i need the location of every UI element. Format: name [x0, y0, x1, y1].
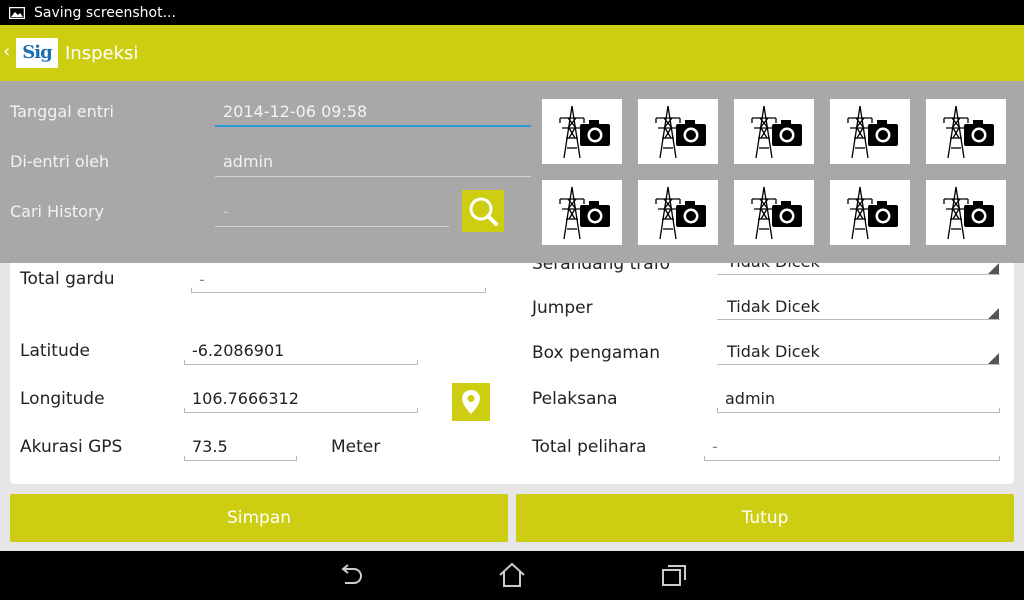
photo-slot[interactable] [542, 180, 622, 245]
photo-slot[interactable] [638, 99, 718, 164]
photo-slot[interactable] [734, 180, 814, 245]
map-location-button[interactable] [452, 383, 490, 421]
tanggal-entri-underline [215, 125, 531, 127]
cari-history-label: Cari History [10, 202, 105, 221]
app-logo-text: Sig [22, 42, 52, 63]
total-gardu-input[interactable]: - [199, 270, 205, 289]
map-pin-icon [462, 390, 480, 414]
serandang-underline [717, 274, 1000, 275]
latitude-input[interactable]: -6.2086901 [192, 341, 284, 360]
cari-history-underline [215, 226, 449, 227]
jumper-underline [717, 319, 1000, 320]
longitude-input[interactable]: 106.7666312 [192, 389, 299, 408]
akurasi-unit-label: Meter [331, 437, 381, 457]
total-pelihara-underline [704, 460, 1000, 461]
tower-camera-icon [655, 186, 706, 240]
tower-camera-icon [943, 105, 994, 159]
save-button[interactable]: Simpan [10, 494, 508, 542]
box-pengaman-underline [717, 364, 1000, 365]
dientri-oleh-label: Di-entri oleh [10, 152, 110, 171]
tanggal-entri-label: Tanggal entri [10, 102, 114, 121]
search-icon [469, 197, 498, 226]
tower-camera-icon [559, 105, 610, 159]
pelaksana-input[interactable]: admin [725, 389, 775, 408]
tower-camera-icon [943, 186, 994, 240]
latitude-label: Latitude [20, 341, 90, 361]
photo-slot[interactable] [542, 99, 622, 164]
photo-slot[interactable] [638, 180, 718, 245]
home-icon[interactable] [498, 562, 526, 588]
back-icon[interactable] [336, 562, 364, 588]
box-pengaman-label: Box pengaman [532, 343, 660, 363]
akurasi-gps-input[interactable]: 73.5 [192, 437, 228, 456]
jumper-value[interactable]: Tidak Dicek [727, 297, 820, 316]
latitude-underline [184, 364, 418, 365]
serandang-dropdown-icon[interactable] [988, 263, 999, 274]
tower-camera-icon [655, 105, 706, 159]
box-pengaman-value[interactable]: Tidak Dicek [727, 342, 820, 361]
jumper-label: Jumper [532, 298, 593, 318]
photo-slot[interactable] [830, 180, 910, 245]
image-notification-icon [9, 7, 25, 19]
tanggal-entri-input[interactable]: 2014-12-06 09:58 [223, 102, 367, 121]
tower-camera-icon [847, 105, 898, 159]
box-pengaman-dropdown-icon[interactable] [988, 353, 999, 364]
akurasi-gps-underline [184, 460, 297, 461]
tower-camera-icon [751, 186, 802, 240]
jumper-dropdown-icon[interactable] [988, 308, 999, 319]
photo-slot[interactable] [830, 99, 910, 164]
longitude-underline [184, 412, 418, 413]
longitude-label: Longitude [20, 389, 105, 409]
total-pelihara-label: Total pelihara [532, 437, 647, 457]
cari-history-input[interactable]: - [223, 202, 229, 221]
photo-slot[interactable] [926, 99, 1006, 164]
akurasi-gps-label: Akurasi GPS [20, 437, 123, 457]
app-bar: ‹ Sig Inspeksi [0, 25, 1024, 81]
search-history-button[interactable] [462, 190, 504, 232]
dientri-oleh-input[interactable]: admin [223, 152, 273, 171]
tower-camera-icon [847, 186, 898, 240]
photo-slot[interactable] [734, 99, 814, 164]
tower-camera-icon [559, 186, 610, 240]
photo-slot[interactable] [926, 180, 1006, 245]
status-bar: Saving screenshot... [0, 0, 1024, 25]
status-notification-text: Saving screenshot... [34, 5, 176, 21]
page-title: Inspeksi [65, 43, 139, 64]
close-button[interactable]: Tutup [516, 494, 1014, 542]
system-nav-bar [0, 551, 1024, 600]
pelaksana-underline [717, 412, 1000, 413]
tower-camera-icon [751, 105, 802, 159]
app-logo[interactable]: Sig [16, 38, 58, 68]
back-chevron-icon[interactable]: ‹ [3, 41, 10, 62]
recent-apps-icon[interactable] [660, 562, 688, 588]
inspection-form-card [10, 263, 1014, 484]
pelaksana-label: Pelaksana [532, 389, 618, 409]
dientri-oleh-underline [215, 176, 531, 177]
total-pelihara-input[interactable]: - [712, 437, 718, 456]
total-gardu-label: Total gardu [20, 269, 115, 289]
total-gardu-underline [191, 292, 486, 293]
